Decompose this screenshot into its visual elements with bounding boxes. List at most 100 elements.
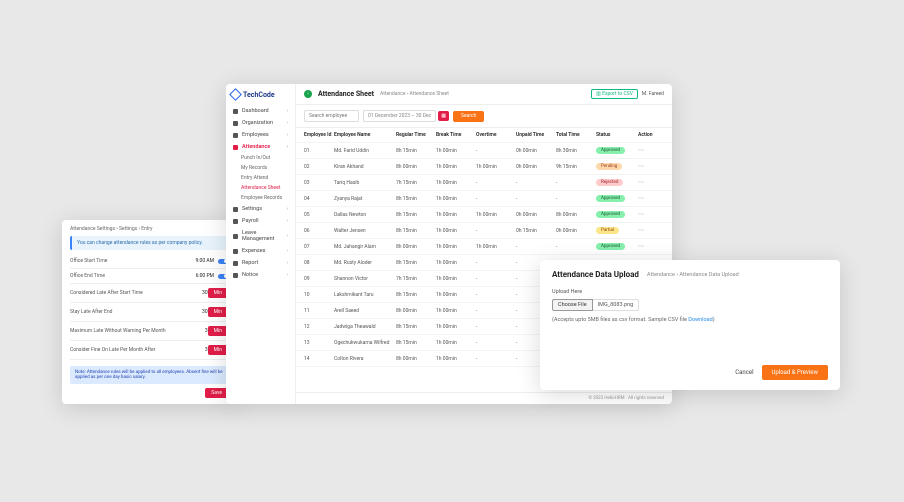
subnav-item[interactable]: Entry Attend xyxy=(231,173,290,183)
cell-unpaid: 0h 00min xyxy=(516,148,554,154)
calendar-icon[interactable]: ▦ xyxy=(438,111,449,121)
cell-id: 09 xyxy=(304,276,332,282)
nav-item[interactable]: Expenses xyxy=(231,245,290,257)
nav-item[interactable]: Dashboard xyxy=(231,105,290,117)
export-button[interactable]: ▥ Export to CSV xyxy=(591,89,638,99)
nav-icon xyxy=(233,121,238,126)
subnav-item[interactable]: Attendance Sheet xyxy=(231,183,290,193)
settings-row-label: Consider Fine On Late Per Month After xyxy=(70,347,184,353)
subnav-item[interactable]: Employee Records xyxy=(231,193,290,203)
table-row: 02 Kiran Akhand 8h 00min 1h 00min 1h 00m… xyxy=(296,159,672,175)
cell-id: 07 xyxy=(304,244,332,250)
download-sample-link[interactable]: Download xyxy=(688,317,712,323)
nav-item[interactable]: Organization xyxy=(231,117,290,129)
cell-unpaid: 0h 15min xyxy=(516,228,554,234)
min-button[interactable]: Min xyxy=(208,288,228,298)
cell-overtime: - xyxy=(476,324,514,330)
cell-overtime: - xyxy=(476,292,514,298)
cell-name: Arell Saeed xyxy=(334,308,394,314)
upload-preview-button[interactable]: Upload & Preview xyxy=(762,365,828,380)
search-input[interactable] xyxy=(304,110,359,122)
cell-regular: 8h 00min xyxy=(396,244,434,250)
date-range-input[interactable]: 01 December 2023 – 30 Dec xyxy=(363,110,436,122)
row-actions-icon[interactable]: ⋯ xyxy=(638,195,658,202)
nav-item[interactable]: Payroll xyxy=(231,215,290,227)
cell-name: Ogechukwukama Wilfred xyxy=(334,340,394,346)
subnav-item[interactable]: Punch In/Out xyxy=(231,153,290,163)
cancel-button[interactable]: Cancel xyxy=(735,369,753,376)
column-header: Employee Id xyxy=(304,132,332,138)
nav-item[interactable]: Attendance xyxy=(231,141,290,153)
min-button[interactable]: Min xyxy=(208,345,228,355)
cell-overtime: - xyxy=(476,148,514,154)
nav-icon xyxy=(233,207,238,212)
back-icon[interactable]: ‹ xyxy=(304,90,312,98)
cell-total: 8h 30min xyxy=(556,148,594,154)
cell-overtime: - xyxy=(476,276,514,282)
nav-item[interactable]: Employees xyxy=(231,129,290,141)
nav-item[interactable]: Settings xyxy=(231,203,290,215)
min-button[interactable]: Min xyxy=(208,326,228,336)
cell-regular: 8h 15min xyxy=(396,292,434,298)
cell-regular: 7h 15min xyxy=(396,276,434,282)
settings-row: Consider Fine On Late Per Month After 3 … xyxy=(70,341,228,360)
row-actions-icon[interactable]: ⋯ xyxy=(638,147,658,154)
cell-name: Colton Rivera xyxy=(334,356,394,362)
subnav-item[interactable]: My Records xyxy=(231,163,290,173)
cell-regular: 8h 15min xyxy=(396,196,434,202)
save-button[interactable]: Save xyxy=(205,388,228,398)
row-actions-icon[interactable]: ⋯ xyxy=(638,179,658,186)
upload-panel: Attendance Data Upload Attendance › Atte… xyxy=(540,260,840,390)
row-actions-icon[interactable]: ⋯ xyxy=(638,163,658,170)
cell-name: Dallas Newton xyxy=(334,212,394,218)
cell-break: 1h 00min xyxy=(436,260,474,266)
cell-id: 12 xyxy=(304,324,332,330)
row-actions-icon[interactable]: ⋯ xyxy=(638,227,658,234)
file-input[interactable]: Choose File IMG_8083.png xyxy=(552,299,828,311)
row-actions-icon[interactable]: ⋯ xyxy=(638,211,658,218)
cell-regular: 8h 15min xyxy=(396,340,434,346)
cell-id: 14 xyxy=(304,356,332,362)
brand-icon xyxy=(229,88,242,101)
cell-id: 03 xyxy=(304,180,332,186)
upload-breadcrumb: Attendance › Attendance Data Upload xyxy=(647,272,739,278)
upload-label: Upload Here xyxy=(552,289,828,295)
cell-name: Shannon Victor xyxy=(334,276,394,282)
settings-breadcrumb: Attendance Settings › Settings › Entry xyxy=(70,226,228,232)
cell-regular: 7h 15min xyxy=(396,180,434,186)
search-button[interactable]: Search xyxy=(453,111,484,122)
cell-id: 10 xyxy=(304,292,332,298)
cell-name: Walter Jensen xyxy=(334,228,394,234)
nav-item[interactable]: Notice xyxy=(231,269,290,281)
column-header: Unpaid Time xyxy=(516,132,554,138)
nav-icon xyxy=(233,273,238,278)
table-row: 03 Tariq Hasib 7h 15min 1h 00min - - - R… xyxy=(296,175,672,191)
brand: TechCode xyxy=(231,90,290,99)
sidebar: TechCode DashboardOrganizationEmployeesA… xyxy=(226,84,296,404)
cell-total: - xyxy=(556,196,594,202)
cell-total: - xyxy=(556,244,594,250)
cell-break: 1h 00min xyxy=(436,308,474,314)
settings-row-value: 9:00 AM xyxy=(190,258,214,264)
settings-row-value: 30 xyxy=(184,290,208,296)
cell-break: 1h 00min xyxy=(436,180,474,186)
settings-panel: Attendance Settings › Settings › Entry Y… xyxy=(62,220,236,404)
cell-break: 1h 00min xyxy=(436,340,474,346)
topbar: ‹ Attendance Sheet Attendance › Attendan… xyxy=(296,84,672,105)
choose-file-button[interactable]: Choose File xyxy=(552,299,593,311)
cell-name: Jadwiga Theawald xyxy=(334,324,394,330)
cell-status: Approved xyxy=(596,211,636,218)
nav-item[interactable]: Report xyxy=(231,257,290,269)
cell-regular: 8h 00min xyxy=(396,308,434,314)
cell-regular: 8h 15min xyxy=(396,260,434,266)
user-name[interactable]: M. Fareed xyxy=(642,91,664,97)
min-button[interactable]: Min xyxy=(208,307,228,317)
settings-row-value: 3 xyxy=(184,328,208,334)
cell-break: 1h 00min xyxy=(436,196,474,202)
cell-overtime: - xyxy=(476,228,514,234)
nav-item[interactable]: Leave Management xyxy=(231,227,290,245)
breadcrumb: Attendance › Attendance Sheet xyxy=(380,91,449,97)
cell-break: 1h 00min xyxy=(436,228,474,234)
row-actions-icon[interactable]: ⋯ xyxy=(638,243,658,250)
cell-overtime: - xyxy=(476,196,514,202)
